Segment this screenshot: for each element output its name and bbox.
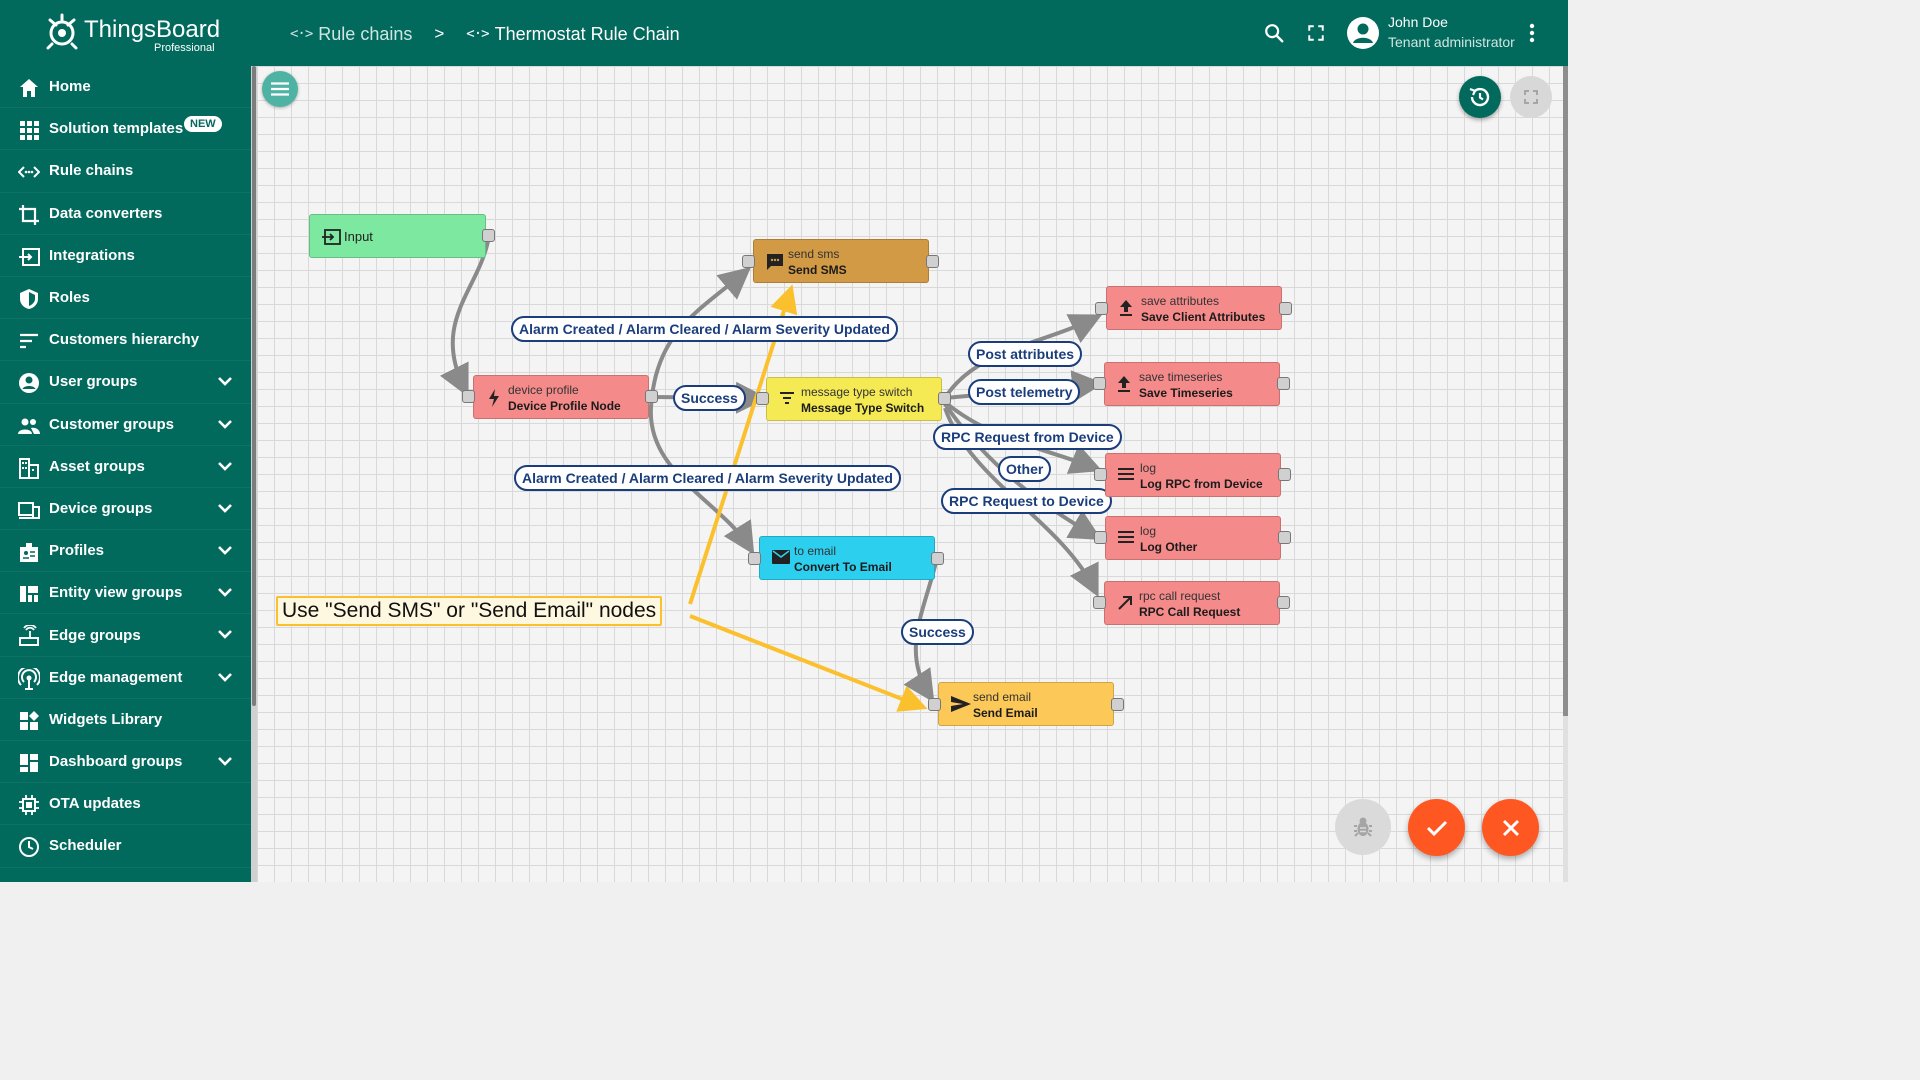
port-log-rpc-out[interactable] [1278,468,1291,481]
edge-label-post-telemetry[interactable]: Post telemetry [968,379,1081,405]
email-icon [772,550,790,564]
port-rpc-call-out[interactable] [1277,596,1290,609]
decline-changes-button[interactable] [1482,799,1539,856]
node-save-timeseries[interactable]: save timeseries Save Timeseries [1104,362,1280,406]
port-profile-in[interactable] [462,390,475,403]
port-sms-in[interactable] [742,255,755,268]
call-made-icon [1118,596,1132,610]
check-icon [1426,820,1447,836]
filter-icon [780,392,794,404]
node-save-attributes[interactable]: save attributes Save Client Attributes [1106,286,1282,330]
node-type: message type switch [801,385,913,399]
node-type: to email [794,544,837,558]
node-input[interactable]: Input [309,214,486,258]
canvas-menu-button[interactable] [262,71,298,107]
edge-label-rpc-from-device[interactable]: RPC Request from Device [933,424,1122,450]
node-name: Log Other [1140,540,1198,554]
sms-icon [767,254,783,270]
node-name: Save Timeseries [1139,386,1233,400]
history-icon [1469,87,1490,107]
connections-layer [439,235,1104,712]
port-log-rpc-in[interactable] [1094,468,1107,481]
input-icon [322,229,341,245]
edge-label-alarm-bottom[interactable]: Alarm Created / Alarm Cleared / Alarm Se… [514,465,901,491]
node-type: send email [973,690,1032,704]
port-log-other-out[interactable] [1278,531,1291,544]
node-log-other[interactable]: log Log Other [1105,516,1281,560]
node-input-label: Input [344,229,373,244]
port-attributes-out[interactable] [1279,302,1292,315]
apply-changes-button[interactable] [1408,799,1465,856]
version-history-button[interactable] [1459,76,1501,118]
port-profile-out[interactable] [645,390,658,403]
fullscreen-icon [1524,90,1538,104]
close-icon [1502,819,1519,836]
edge-label-rpc-to-device[interactable]: RPC Request to Device [941,488,1112,514]
port-log-other-in[interactable] [1094,531,1107,544]
edge-label-alarm-top[interactable]: Alarm Created / Alarm Cleared / Alarm Se… [511,316,898,342]
menu-lines-icon [1118,468,1134,480]
node-name: Save Client Attributes [1141,310,1266,324]
port-input-out[interactable] [482,229,495,242]
bug-icon [1354,817,1372,837]
node-type: rpc call request [1139,589,1221,603]
upload-icon [1120,300,1132,316]
node-name: Send SMS [788,263,847,277]
node-name: Send Email [973,706,1038,720]
node-send-sms[interactable]: send sms Send SMS [753,239,929,283]
node-name: Convert To Email [794,560,892,574]
node-name: RPC Call Request [1139,605,1241,619]
node-name: Message Type Switch [801,401,925,415]
port-switch-out[interactable] [938,392,951,405]
node-type: device profile [508,383,579,397]
node-type: log [1140,524,1157,538]
port-send-email-out[interactable] [1111,698,1124,711]
port-switch-in[interactable] [756,392,769,405]
debug-mode-button[interactable] [1335,799,1391,855]
edge-label-success[interactable]: Success [673,385,746,411]
flash-icon [489,389,499,407]
port-rpc-call-in[interactable] [1093,596,1106,609]
edge-label-post-attributes[interactable]: Post attributes [968,341,1083,367]
node-message-type-switch[interactable]: message type switch Message Type Switch [766,377,942,421]
node-rpc-call-request[interactable]: rpc call request RPC Call Request [1104,581,1280,625]
annotation-callout: Use "Send SMS" or "Send Email" nodes [276,596,663,626]
node-send-email[interactable]: send email Send Email [938,682,1114,726]
node-type: save timeseries [1139,370,1223,384]
port-timeseries-in[interactable] [1093,377,1106,390]
callout-arrow-email [689,614,928,712]
port-to-email-in[interactable] [748,552,761,565]
port-attributes-in[interactable] [1095,302,1108,315]
node-name: Log RPC from Device [1140,477,1263,491]
menu-icon [271,82,289,96]
node-to-email[interactable]: to email Convert To Email [759,536,935,580]
edge-label-other[interactable]: Other [998,456,1052,482]
upload-icon [1118,376,1130,392]
edge-input-to-profile [439,235,491,398]
node-type: send sms [788,247,840,261]
node-name: Device Profile Node [508,399,621,413]
menu-lines-icon [1118,531,1134,543]
node-type: save attributes [1141,294,1220,308]
node-log-rpc[interactable]: log Log RPC from Device [1105,453,1281,497]
port-sms-out[interactable] [926,255,939,268]
send-icon [951,696,971,712]
port-send-email-in[interactable] [928,698,941,711]
canvas-fullscreen-button[interactable] [1510,76,1552,118]
edge-label-success-email[interactable]: Success [901,619,974,645]
node-type: log [1140,461,1157,475]
port-timeseries-out[interactable] [1277,377,1290,390]
port-to-email-out[interactable] [931,552,944,565]
node-device-profile[interactable]: device profile Device Profile Node [473,375,649,419]
